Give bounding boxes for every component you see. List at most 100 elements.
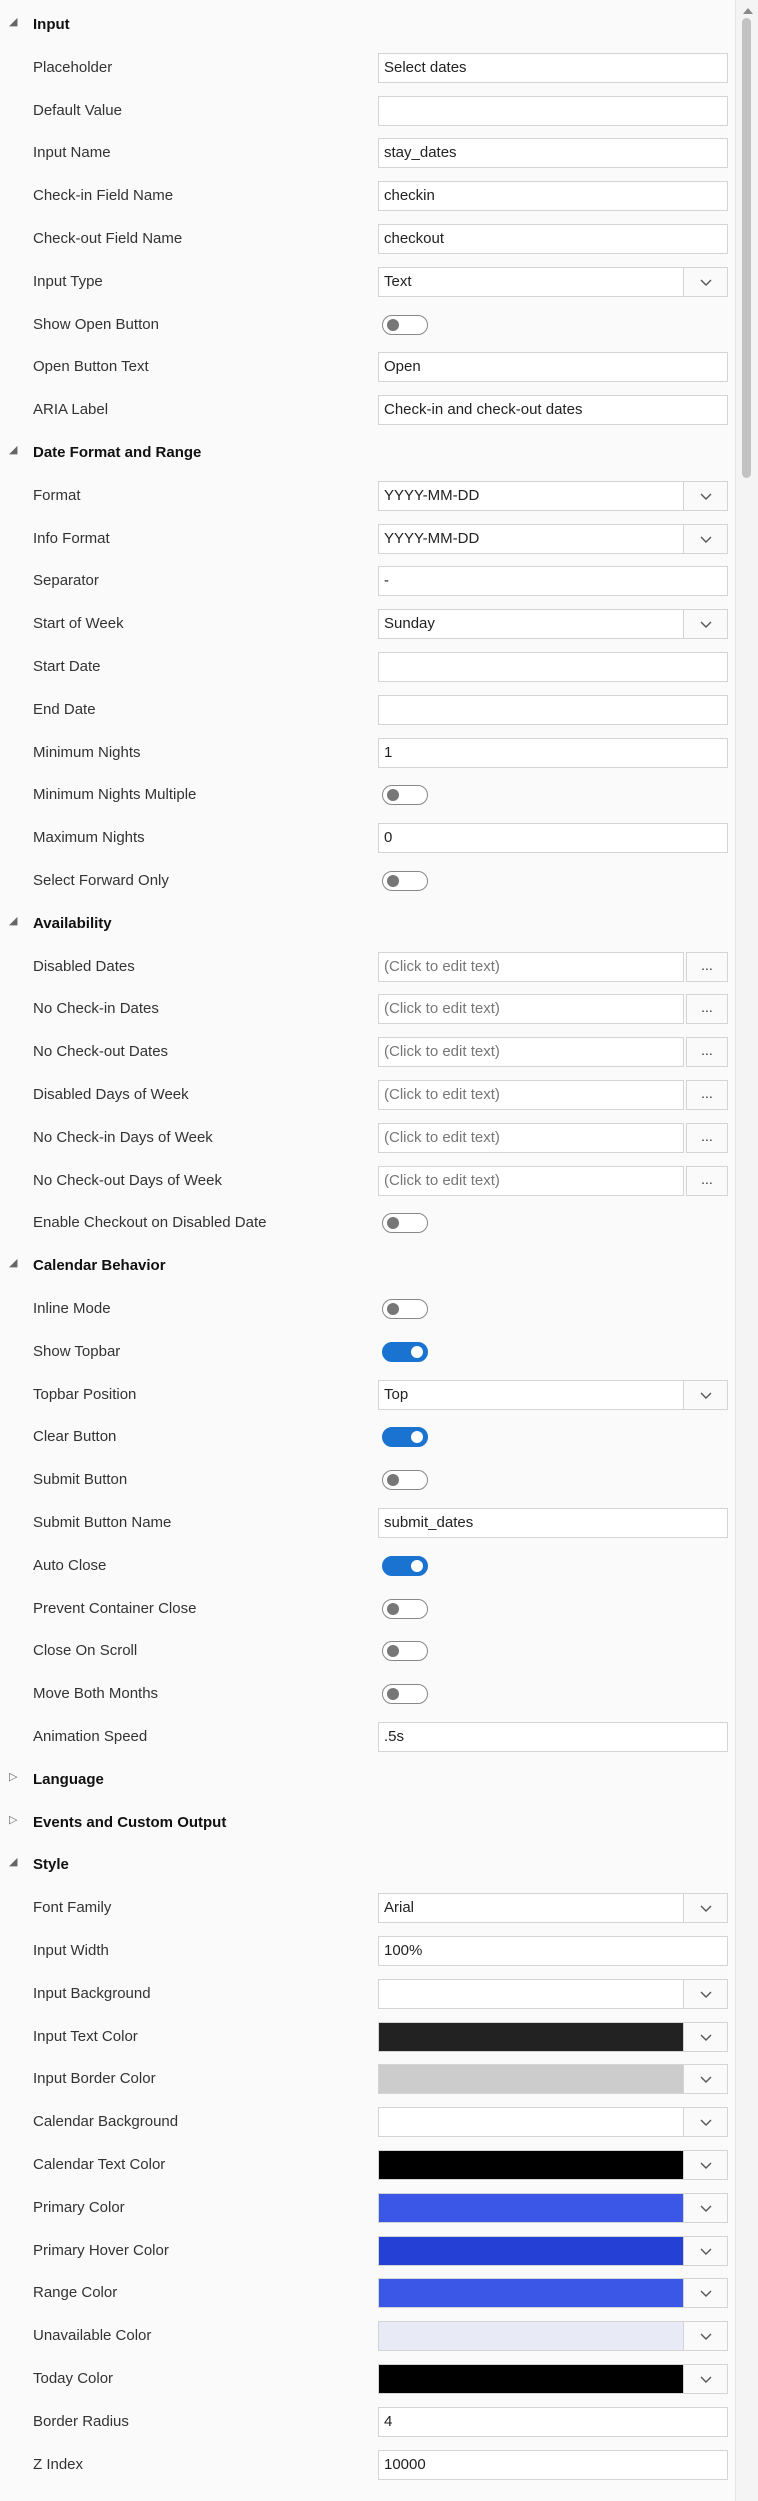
chevron-down-icon[interactable] [683,2235,728,2266]
no-check-out-days-of-week-edit-button[interactable]: ... [686,1165,728,1196]
close-on-scroll-toggle[interactable] [382,1641,428,1662]
no-check-out-days-of-week-text-field[interactable]: (Click to edit text) [378,1165,684,1196]
show-topbar-toggle[interactable] [382,1341,428,1362]
chevron-down-icon[interactable] [683,266,728,297]
chevron-down-icon[interactable] [683,2321,728,2352]
submit-button-toggle[interactable] [382,1470,428,1491]
check-in-field-name-input[interactable]: checkin [378,181,728,212]
input-background-color-swatch[interactable] [378,1978,684,2009]
no-check-out-dates-text-field[interactable]: (Click to edit text) [378,1037,684,1068]
chevron-down-icon[interactable] [683,1893,728,1924]
expanded-triangle-icon[interactable]: ◢ [9,914,17,927]
maximum-nights-input[interactable]: 0 [378,823,728,854]
disabled-days-of-week-text-field[interactable]: (Click to edit text) [378,1080,684,1110]
property-row-show-topbar: Show Topbar [0,1331,735,1374]
chevron-down-icon[interactable] [683,2192,728,2223]
move-both-months-toggle[interactable] [382,1684,428,1705]
placeholder-input[interactable]: Select dates [378,52,728,83]
info-format-select[interactable]: YYYY-MM-DD [378,523,728,554]
chevron-down-icon[interactable] [683,1379,728,1410]
font-family-select[interactable]: Arial [378,1893,728,1924]
vertical-scrollbar[interactable] [735,0,758,2501]
inline-mode-toggle[interactable] [382,1299,428,1319]
input-type-select[interactable]: Text [378,266,728,297]
check-out-field-name-input[interactable]: checkout [378,224,728,254]
section-header-date-format-and-range[interactable]: ◢ Date Format and Range [0,432,735,475]
aria-label-input[interactable]: Check-in and check-out dates [378,395,728,426]
expanded-triangle-icon[interactable]: ◢ [9,1855,17,1868]
toggle-knob [387,875,399,887]
auto-close-toggle[interactable] [382,1555,428,1576]
expanded-triangle-icon[interactable]: ◢ [9,443,17,456]
chevron-down-icon[interactable] [683,2278,728,2309]
chevron-down-icon[interactable] [683,2064,728,2095]
chevron-down-icon[interactable] [683,2150,728,2180]
submit-button-name-input[interactable]: submit_dates [378,1508,728,1538]
collapsed-triangle-icon[interactable]: ▷ [9,1813,17,1826]
section-header-availability[interactable]: ◢ Availability [0,903,735,946]
scroll-up-icon[interactable] [743,8,753,14]
format-select[interactable]: YYYY-MM-DD [378,480,728,511]
section-header-style[interactable]: ◢ Style [0,1844,735,1887]
input-border-color-color-swatch[interactable] [378,2064,684,2095]
primary-color-color-swatch[interactable] [378,2192,684,2223]
disabled-dates-text-field[interactable]: (Click to edit text) [378,951,684,982]
prevent-container-close-toggle[interactable] [382,1598,428,1619]
minimum-nights-multiple-toggle[interactable] [382,785,428,806]
expanded-triangle-icon[interactable]: ◢ [9,15,17,28]
input-text-color-color-swatch[interactable] [378,2021,684,2052]
range-color-color-swatch[interactable] [378,2278,684,2309]
calendar-background-color-swatch[interactable] [378,2107,684,2138]
default-value-input[interactable] [378,95,728,126]
chevron-down-icon[interactable] [683,480,728,511]
scrollbar-thumb[interactable] [742,18,751,478]
no-check-in-dates-edit-button[interactable]: ... [686,994,728,1025]
section-title: Calendar Behavior [33,1257,166,1275]
property-row-topbar-position: Topbar Position Top [0,1374,735,1417]
section-header-language[interactable]: ▷ Language [0,1759,735,1802]
input-width-input[interactable]: 100% [378,1936,728,1966]
primary-hover-color-color-swatch[interactable] [378,2235,684,2266]
chevron-down-icon[interactable] [683,609,728,640]
chevron-down-icon[interactable] [683,2107,728,2138]
no-check-out-dates-edit-button[interactable]: ... [686,1037,728,1068]
minimum-nights-input[interactable]: 1 [378,737,728,768]
border-radius-input[interactable]: 4 [378,2406,728,2437]
animation-speed-input[interactable]: .5s [378,1722,728,1752]
clear-button-toggle[interactable] [382,1427,428,1448]
show-open-button-toggle[interactable] [382,314,428,335]
expanded-triangle-icon[interactable]: ◢ [9,1256,17,1269]
chevron-down-icon[interactable] [683,2021,728,2052]
no-check-in-dates-text-field[interactable]: (Click to edit text) [378,994,684,1025]
start-of-week-select[interactable]: Sunday [378,609,728,640]
property-row-border-radius: Border Radius 4 [0,2401,735,2444]
start-date-input[interactable] [378,652,728,682]
z-index-input[interactable]: 10000 [378,2449,728,2480]
today-color-color-swatch[interactable] [378,2364,684,2394]
property-label: Input Text Color [33,2027,138,2045]
unavailable-color-color-swatch[interactable] [378,2321,684,2352]
topbar-position-select[interactable]: Top [378,1379,728,1410]
calendar-text-color-color-swatch[interactable] [378,2150,684,2180]
enable-checkout-on-disabled-date-toggle[interactable] [382,1213,428,1234]
select-forward-only-toggle[interactable] [382,871,428,891]
open-button-text-input[interactable]: Open [378,352,728,383]
disabled-days-of-week-edit-button[interactable]: ... [686,1080,728,1110]
toggle-knob [387,318,399,331]
property-row-z-index: Z Index 10000 [0,2444,735,2487]
chevron-down-icon[interactable] [683,2364,728,2394]
section-header-events-and-custom-output[interactable]: ▷ Events and Custom Output [0,1802,735,1845]
no-check-in-days-of-week-edit-button[interactable]: ... [686,1122,728,1153]
no-check-in-days-of-week-text-field[interactable]: (Click to edit text) [378,1122,684,1153]
property-label: Primary Hover Color [33,2241,169,2259]
end-date-input[interactable] [378,694,728,725]
input-name-input[interactable]: stay_dates [378,138,728,169]
chevron-down-icon[interactable] [683,523,728,554]
disabled-dates-edit-button[interactable]: ... [686,951,728,982]
section-header-input[interactable]: ◢ Input [0,4,735,47]
collapsed-triangle-icon[interactable]: ▷ [9,1770,17,1783]
section-header-calendar-behavior[interactable]: ◢ Calendar Behavior [0,1245,735,1288]
property-label: Range Color [33,2284,118,2302]
chevron-down-icon[interactable] [683,1978,728,2009]
separator-input[interactable]: - [378,566,728,597]
